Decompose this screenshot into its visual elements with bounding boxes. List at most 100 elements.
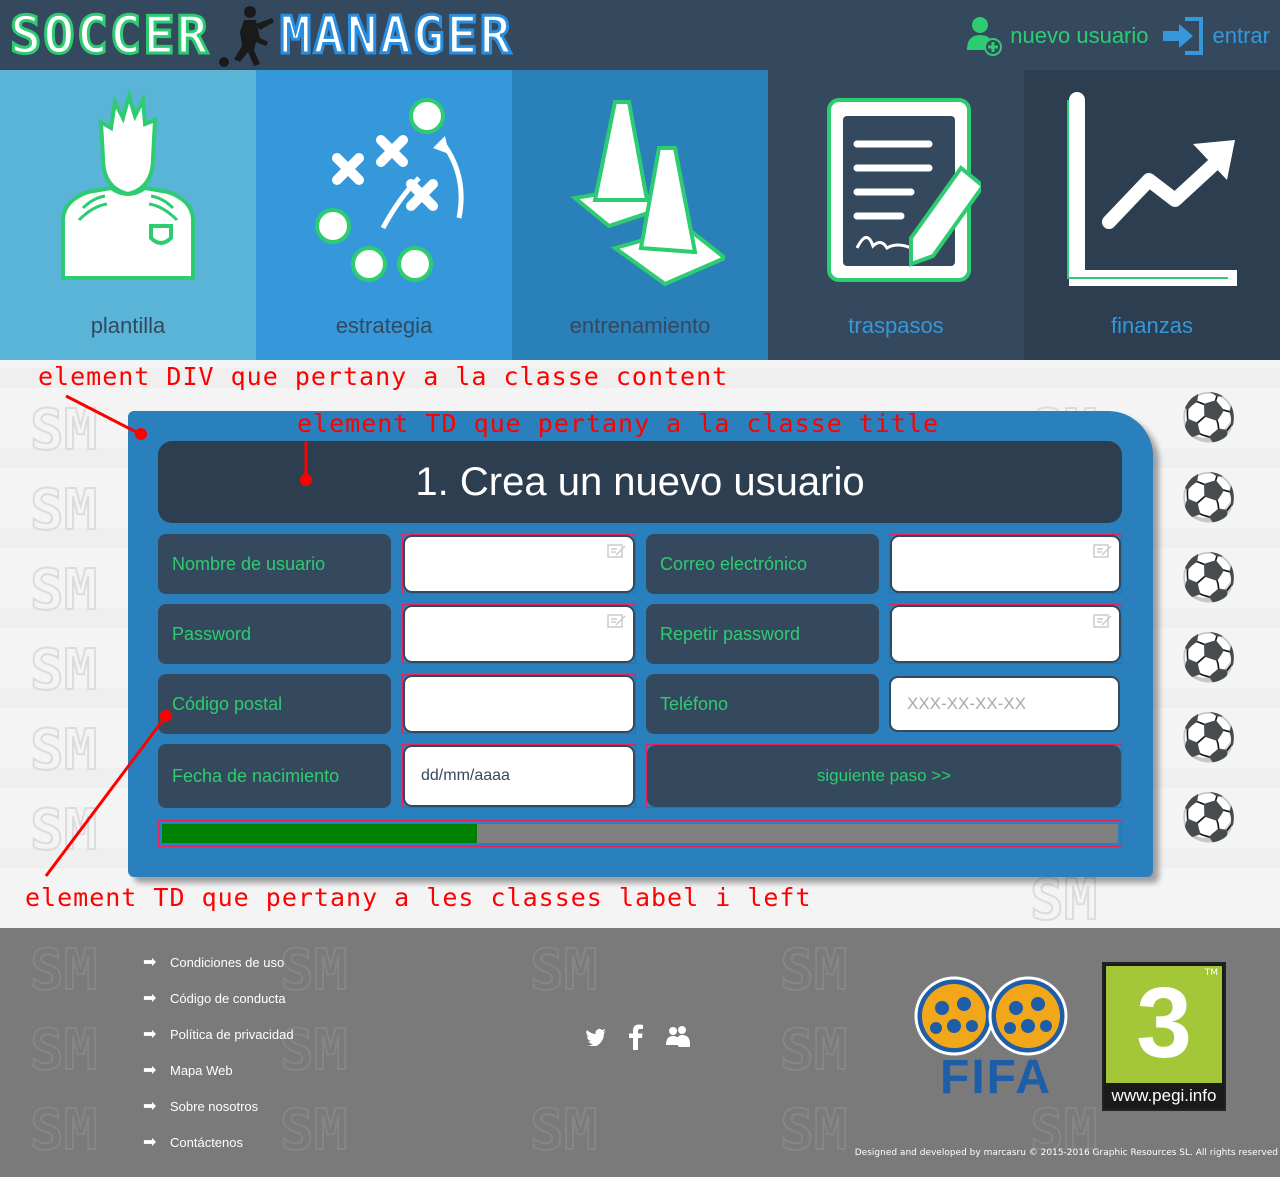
- watermark-text: SM: [1029, 867, 1098, 928]
- annotation-title-td: element TD que pertany a la classe title: [297, 409, 940, 438]
- footer-link-sitemap[interactable]: ➡ Mapa Web: [143, 1052, 294, 1088]
- arrow-right-icon: ➡: [143, 1134, 157, 1151]
- fifa-logo: FIFA: [912, 968, 1072, 1112]
- password-field[interactable]: [403, 605, 635, 663]
- social-links: [585, 1024, 691, 1050]
- edit-icon: [607, 544, 626, 558]
- email-label: Correo electrónico: [646, 534, 879, 594]
- footer-link-label: Código de conducta: [170, 990, 286, 1006]
- menu-label-finanzas: finanzas: [1111, 313, 1193, 338]
- arrow-right-icon: ➡: [143, 990, 157, 1007]
- birth-date-value: dd/mm/aaaa: [421, 767, 510, 784]
- messenger-icon[interactable]: [665, 1025, 691, 1049]
- menu-label-estrategia: estrategia: [335, 313, 433, 338]
- watermark-text: SM: [29, 637, 98, 704]
- watermark-text: SM: [29, 1017, 98, 1084]
- footer-link-contact[interactable]: ➡ Contáctenos: [143, 1124, 294, 1160]
- logo-player-icon: [218, 6, 274, 67]
- pegi-url: www.pegi.info: [1111, 1086, 1217, 1105]
- footer-link-conduct[interactable]: ➡ Código de conducta: [143, 980, 294, 1016]
- add-user-icon[interactable]: [966, 16, 1003, 56]
- birth-date-field-cell: dd/mm/aaaa: [402, 744, 636, 808]
- username-label: Nombre de usuario: [158, 534, 391, 594]
- annotation-label-td: element TD que pertany a les classes lab…: [25, 883, 812, 912]
- menu-item-finanzas[interactable]: finanzas: [1024, 70, 1280, 360]
- logo-manager-text: MANAGER: [278, 6, 513, 66]
- menu-item-traspasos[interactable]: traspasos: [768, 70, 1024, 360]
- watermark-text: SM: [29, 397, 98, 464]
- phone-placeholder: XXX-XX-XX-XX: [907, 694, 1027, 713]
- site-footer: SM SM SM SM SM SM SM SM SM SM SM SM ➡ Con…: [0, 928, 1280, 1177]
- annotation-content-div: element DIV que pertany a la classe cont…: [38, 362, 729, 391]
- phone-field[interactable]: XXX-XX-XX-XX: [889, 676, 1120, 732]
- menu-label-plantilla: plantilla: [90, 313, 166, 338]
- watermark-player-icon: ⚽: [1180, 790, 1238, 844]
- postal-code-field[interactable]: [403, 675, 635, 733]
- progress-bar: [158, 820, 1122, 847]
- pegi-trademark: TM: [1204, 968, 1218, 978]
- watermark-text: SM: [779, 1097, 848, 1164]
- footer-link-terms[interactable]: ➡ Condiciones de uso: [143, 944, 294, 980]
- username-field[interactable]: [403, 535, 635, 593]
- login-icon[interactable]: [1161, 16, 1205, 56]
- footer-link-label: Mapa Web: [170, 1062, 233, 1078]
- watermark-text: SM: [529, 1097, 598, 1164]
- menu-item-plantilla[interactable]: plantilla: [0, 70, 256, 360]
- phone-label: Teléfono: [646, 674, 879, 734]
- facebook-icon[interactable]: [629, 1024, 643, 1050]
- repeat-password-field-cell: [889, 604, 1122, 664]
- chart-icon: [1067, 92, 1237, 286]
- login-link[interactable]: entrar: [1213, 23, 1270, 49]
- watermark-text: SM: [29, 477, 98, 544]
- menu-item-estrategia[interactable]: estrategia: [256, 70, 512, 360]
- pegi-rating-panel: 3 TM: [1106, 966, 1222, 1083]
- header-nav: nuevo usuario entrar: [966, 16, 1270, 56]
- password-field-cell: [402, 604, 636, 664]
- footer-credits: Designed and developed by marcasru © 201…: [854, 1148, 1278, 1158]
- logo-soccer-text: SOCCER: [9, 6, 210, 66]
- site-logo[interactable]: SOCCER MANAGER: [9, 4, 513, 68]
- progress-fill: [162, 824, 478, 843]
- watermark-text: SM: [529, 937, 598, 1004]
- pegi-rating-badge: 3 TM www.pegi.info: [1102, 962, 1226, 1111]
- watermark-text: SM: [779, 937, 848, 1004]
- watermark-player-icon: ⚽: [1180, 550, 1238, 604]
- watermark-text: SM: [29, 797, 98, 864]
- fifa-text: FIFA: [940, 1051, 1052, 1104]
- arrow-right-icon: ➡: [143, 954, 157, 971]
- birth-date-field[interactable]: dd/mm/aaaa: [403, 745, 635, 807]
- menu-label-traspasos: traspasos: [848, 313, 944, 338]
- watermark-text: SM: [29, 557, 98, 624]
- progress-track: [162, 824, 1118, 843]
- watermark-text: SM: [29, 937, 98, 1004]
- edit-icon: [607, 614, 626, 628]
- footer-link-label: Sobre nosotros: [170, 1098, 259, 1114]
- site-header: SOCCER MANAGER nuevo usuario entrar: [0, 0, 1280, 70]
- postal-code-field-cell: [402, 674, 636, 734]
- password-label: Password: [158, 604, 391, 664]
- menu-label-entrenamiento: entrenamiento: [569, 313, 711, 338]
- pegi-rating-number: 3: [1136, 967, 1192, 1079]
- footer-link-privacy[interactable]: ➡ Política de privacidad: [143, 1016, 294, 1052]
- edit-icon: [1093, 614, 1112, 628]
- new-user-link[interactable]: nuevo usuario: [1010, 23, 1148, 49]
- repeat-password-field[interactable]: [890, 605, 1121, 663]
- footer-links: ➡ Condiciones de uso ➡ Código de conducta …: [143, 944, 294, 1160]
- email-field-cell: [889, 534, 1122, 594]
- menu-item-entrenamiento[interactable]: entrenamiento: [512, 70, 768, 360]
- form-title: 1. Crea un nuevo usuario: [158, 441, 1122, 523]
- email-field[interactable]: [890, 535, 1121, 593]
- username-field-cell: [402, 534, 636, 594]
- twitter-icon[interactable]: [585, 1028, 607, 1046]
- watermark-text: SM: [29, 1097, 98, 1164]
- watermark-player-icon: ⚽: [1180, 710, 1238, 764]
- repeat-password-label: Repetir password: [646, 604, 879, 664]
- watermark-player-icon: ⚽: [1180, 630, 1238, 684]
- contract-icon: [827, 98, 981, 282]
- edit-icon: [1093, 544, 1112, 558]
- postal-code-label: Código postal: [158, 674, 391, 734]
- next-step-button[interactable]: siguiente paso >>: [647, 745, 1121, 807]
- footer-link-about[interactable]: ➡ Sobre nosotros: [143, 1088, 294, 1124]
- footer-link-label: Condiciones de uso: [170, 954, 285, 970]
- watermark-text: SM: [779, 1017, 848, 1084]
